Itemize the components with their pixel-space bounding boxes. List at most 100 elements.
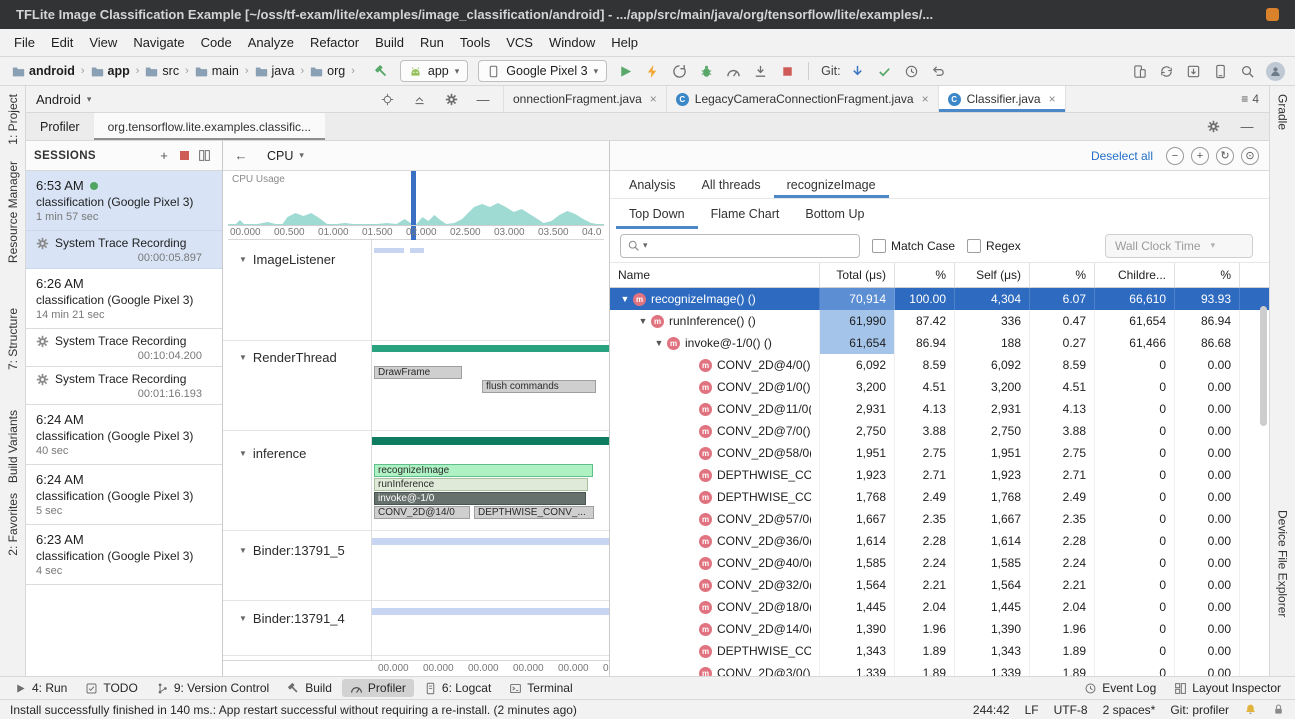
apply-changes-button[interactable] — [640, 60, 665, 82]
table-row[interactable]: m CONV_2D@14/0( 1,390 1.96 1,390 1.96 0 … — [610, 618, 1269, 640]
menu-item[interactable]: View — [81, 31, 125, 54]
locate-file-button[interactable] — [377, 89, 397, 109]
toolwindow-build-button[interactable]: Build — [279, 679, 340, 697]
tab-recognizeimage[interactable]: recognizeImage — [774, 171, 889, 198]
trace-recording-item[interactable]: System Trace Recording 00:00:05.897 — [26, 231, 222, 269]
toolwindow-terminal-button[interactable]: Terminal — [501, 679, 580, 697]
thread-row-inference[interactable]: ▼inference — [223, 446, 371, 461]
column-total-pct[interactable]: % — [895, 263, 955, 287]
trace-span-flush-commands[interactable]: flush commands — [482, 380, 596, 393]
menu-item[interactable]: Tools — [452, 31, 498, 54]
trace-span-runinference[interactable]: runInference — [374, 478, 588, 491]
zoom-out-button[interactable]: − — [1166, 147, 1184, 165]
subtab-flame-chart[interactable]: Flame Chart — [698, 199, 793, 229]
profiler-window-title[interactable]: Profiler — [26, 113, 94, 140]
table-row[interactable]: m CONV_2D@3/0() 1,339 1.89 1,339 1.89 0 … — [610, 662, 1269, 676]
close-icon[interactable]: × — [1047, 92, 1056, 106]
tool-stripe-favorites[interactable]: 2: Favorites — [6, 493, 20, 556]
hide-panel-button[interactable]: — — [473, 89, 493, 109]
column-total[interactable]: Total (μs) — [820, 263, 895, 287]
table-row[interactable]: ▼ m invoke@-1/0() () 61,654 86.94 188 0.… — [610, 332, 1269, 354]
deselect-all-link[interactable]: Deselect all — [1091, 149, 1153, 163]
table-row[interactable]: m CONV_2D@40/0( 1,585 2.24 1,585 2.24 0 … — [610, 552, 1269, 574]
status-message[interactable]: Install successfully finished in 140 ms.… — [10, 703, 577, 717]
tab-all-threads[interactable]: All threads — [689, 171, 774, 198]
menu-item[interactable]: Code — [193, 31, 240, 54]
tree-arrow-icon[interactable]: ▼ — [636, 316, 650, 326]
thread-timeline-area[interactable]: DrawFrame flush commands recognizeImage … — [371, 240, 609, 660]
menu-item[interactable]: VCS — [498, 31, 541, 54]
table-row[interactable]: m DEPTHWISE_CON 1,923 2.71 1,923 2.71 0 … — [610, 464, 1269, 486]
trace-recording-item[interactable]: System Trace Recording 00:01:16.193 — [26, 367, 222, 405]
table-row[interactable]: m CONV_2D@58/0( 1,951 2.75 1,951 2.75 0 … — [610, 442, 1269, 464]
zoom-in-button[interactable]: + — [1191, 147, 1209, 165]
session-item[interactable]: 6:26 AM classification (Google Pixel 3) … — [26, 269, 222, 329]
layout-inspector-button[interactable]: Layout Inspector — [1166, 679, 1289, 697]
device-select[interactable]: Google Pixel 3 ▾ — [478, 60, 607, 82]
table-row[interactable]: ▼ m recognizeImage() () 70,914 100.00 4,… — [610, 288, 1269, 310]
tool-stripe-gradle[interactable]: Gradle — [1276, 94, 1290, 130]
editor-tab-selected[interactable]: C Classifier.java × — [939, 86, 1066, 112]
back-button[interactable]: ← — [231, 146, 251, 166]
breadcrumb-main[interactable]: main — [193, 64, 241, 78]
vertical-scrollbar[interactable] — [1260, 306, 1267, 426]
search-input[interactable] — [651, 239, 853, 253]
trace-span-invoke[interactable]: invoke@-1/0 — [374, 492, 586, 505]
menu-item[interactable]: Help — [603, 31, 646, 54]
minimize-panel-button[interactable]: — — [1237, 117, 1257, 137]
breadcrumb-org[interactable]: org — [308, 64, 347, 78]
column-children-pct[interactable]: % — [1175, 263, 1240, 287]
table-row[interactable]: m CONV_2D@32/0( 1,564 2.21 1,564 2.21 0 … — [610, 574, 1269, 596]
regex-checkbox[interactable]: Regex — [967, 239, 1021, 253]
breadcrumb-java[interactable]: java — [253, 64, 297, 78]
git-update-button[interactable] — [845, 60, 870, 82]
profile-avatar[interactable] — [1266, 62, 1285, 81]
search-everywhere-button[interactable] — [1235, 60, 1260, 82]
table-row[interactable]: m CONV_2D@4/0() 6,092 8.59 6,092 8.59 0 … — [610, 354, 1269, 376]
column-self-pct[interactable]: % — [1030, 263, 1095, 287]
trace-span-recognizeimage[interactable]: recognizeImage — [374, 464, 593, 477]
run-button[interactable] — [613, 60, 638, 82]
thread-row-binder4[interactable]: ▼Binder:13791_4 — [223, 611, 371, 626]
search-history-icon[interactable]: ▾ — [643, 240, 648, 251]
git-history-button[interactable] — [899, 60, 924, 82]
indent-indicator[interactable]: 2 spaces* — [1103, 703, 1156, 717]
stop-button[interactable] — [775, 60, 800, 82]
table-row[interactable]: m CONV_2D@57/0( 1,667 2.35 1,667 2.35 0 … — [610, 508, 1269, 530]
caret-position[interactable]: 244:42 — [973, 703, 1010, 717]
subtab-top-down[interactable]: Top Down — [616, 199, 698, 229]
git-branch-indicator[interactable]: Git: profiler — [1170, 703, 1229, 717]
thread-row-renderthread[interactable]: ▼RenderThread — [223, 350, 371, 365]
debug-button[interactable] — [694, 60, 719, 82]
line-ending-indicator[interactable]: LF — [1025, 703, 1039, 717]
gradle-sync-button[interactable] — [1154, 60, 1179, 82]
table-row[interactable]: m DEPTHWISE_CON 1,768 2.49 1,768 2.49 0 … — [610, 486, 1269, 508]
update-indicator-icon[interactable] — [1266, 8, 1279, 21]
menu-item[interactable]: Build — [367, 31, 412, 54]
run-configuration-select[interactable]: app ▾ — [400, 60, 468, 82]
match-case-checkbox[interactable]: Match Case — [872, 239, 955, 253]
menu-item[interactable]: Analyze — [240, 31, 302, 54]
table-row[interactable]: m CONV_2D@11/0( 2,931 4.13 2,931 4.13 0 … — [610, 398, 1269, 420]
close-icon[interactable]: × — [648, 92, 657, 106]
session-item[interactable]: 6:24 AM classification (Google Pixel 3) … — [26, 465, 222, 525]
column-name[interactable]: Name — [610, 263, 820, 287]
notifications-button[interactable] — [1244, 703, 1257, 716]
session-item[interactable]: 6:53 AM classification (Google Pixel 3) … — [26, 171, 222, 231]
toolwindow-todo-button[interactable]: TODO — [77, 679, 145, 697]
menu-item[interactable]: Run — [412, 31, 452, 54]
menu-item[interactable]: Navigate — [125, 31, 192, 54]
zoom-to-selection-button[interactable]: ⊙ — [1241, 147, 1259, 165]
tree-arrow-icon[interactable]: ▼ — [618, 294, 632, 304]
readonly-lock-button[interactable] — [1272, 703, 1285, 716]
table-row[interactable]: m CONV_2D@18/0( 1,445 2.04 1,445 2.04 0 … — [610, 596, 1269, 618]
tree-arrow-icon[interactable]: ▼ — [652, 338, 666, 348]
tab-analysis[interactable]: Analysis — [616, 171, 689, 198]
thread-row-binder5[interactable]: ▼Binder:13791_5 — [223, 543, 371, 558]
git-commit-button[interactable] — [872, 60, 897, 82]
device-manager-button[interactable] — [1127, 60, 1152, 82]
editor-tab[interactable]: C LegacyCameraConnectionFragment.java × — [667, 86, 939, 112]
breadcrumb-android[interactable]: android — [10, 64, 77, 78]
profiler-session-tab[interactable]: org.tensorflow.lite.examples.classific..… — [94, 113, 325, 140]
build-project-button[interactable] — [369, 60, 394, 82]
